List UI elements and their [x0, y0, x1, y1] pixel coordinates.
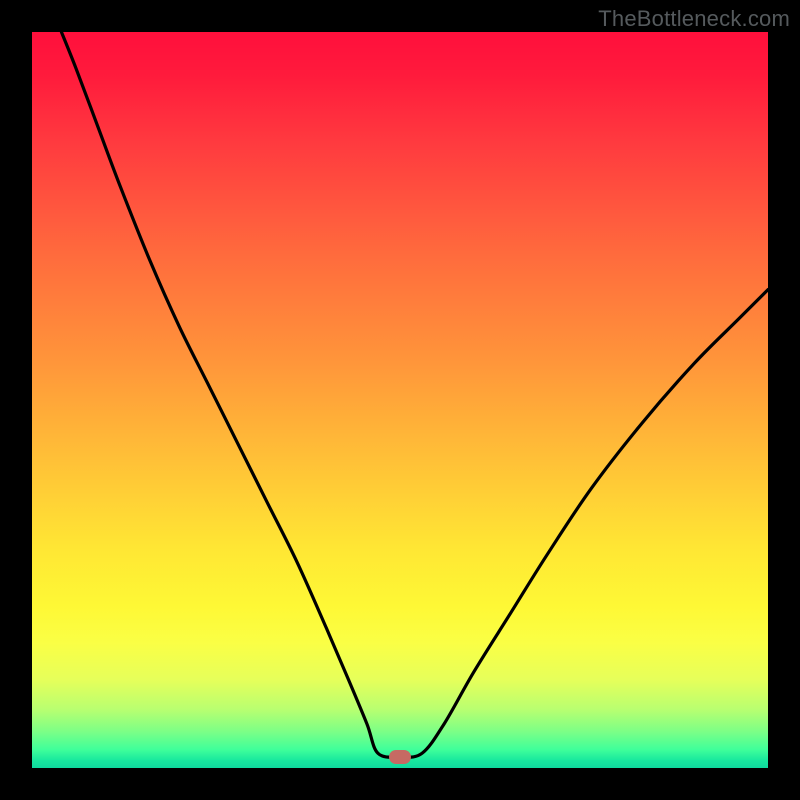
watermark-text: TheBottleneck.com [598, 6, 790, 32]
chart-stage: TheBottleneck.com [0, 0, 800, 800]
bottleneck-marker [389, 750, 411, 764]
bottleneck-curve [32, 32, 768, 768]
plot-area [32, 32, 768, 768]
